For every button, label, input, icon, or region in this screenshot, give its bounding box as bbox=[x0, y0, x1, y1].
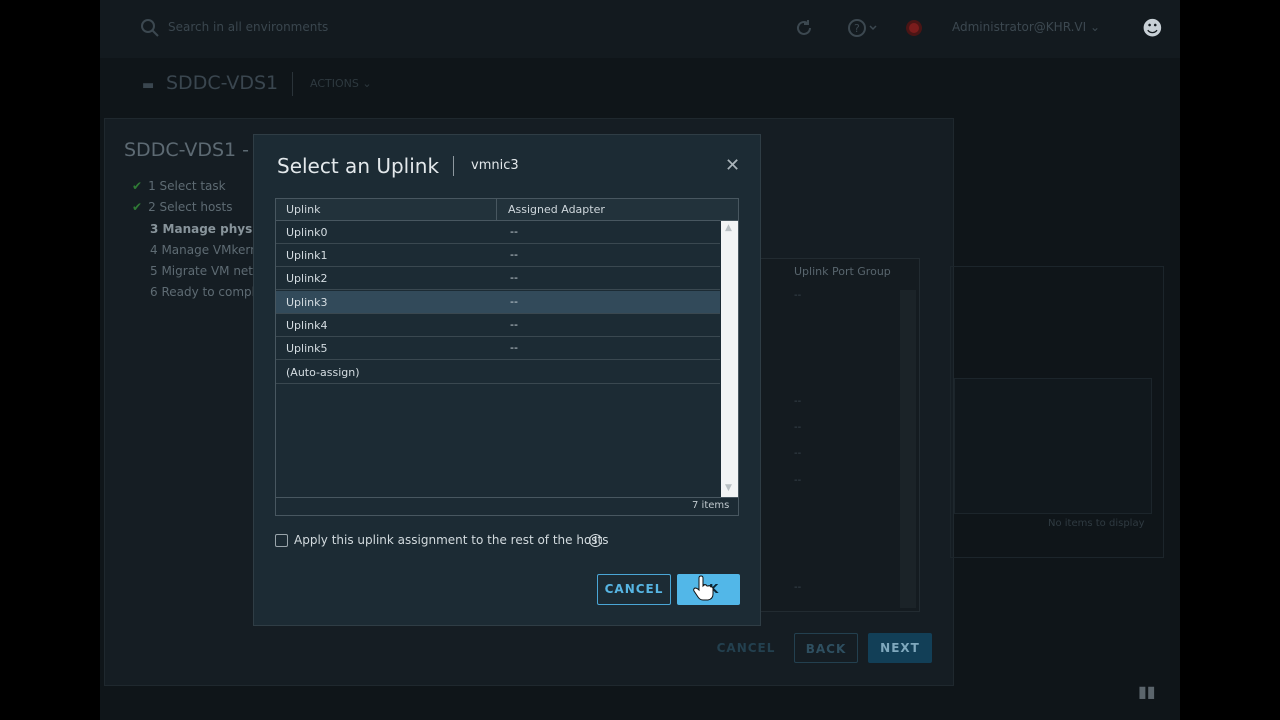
step-label: 4 Manage VMkerne bbox=[150, 243, 266, 257]
user-menu[interactable]: Administrator@KHR.VI ⌄ bbox=[952, 20, 1100, 34]
cancel-button[interactable]: CANCEL bbox=[597, 574, 671, 605]
feedback-smiley-icon[interactable]: ☻ bbox=[1142, 16, 1163, 40]
table-row[interactable]: Uplink2 -- bbox=[276, 267, 720, 290]
wizard-step-1[interactable]: ✔ 1 Select task bbox=[132, 179, 226, 193]
table-row[interactable]: Uplink0 -- bbox=[276, 221, 720, 244]
table-row[interactable]: Uplink4 -- bbox=[276, 314, 720, 337]
svg-text:?: ? bbox=[854, 22, 860, 35]
table-row-selected[interactable]: Uplink3 -- bbox=[276, 291, 720, 314]
wizard-step-2[interactable]: ✔ 2 Select hosts bbox=[132, 200, 233, 214]
column-divider[interactable] bbox=[496, 199, 497, 220]
modal-subtitle: vmnic3 bbox=[471, 158, 519, 173]
grid-header bbox=[276, 199, 738, 221]
adapters-table bbox=[760, 258, 920, 612]
wizard-step-5[interactable]: 5 Migrate VM netw bbox=[150, 264, 263, 278]
hand-cursor-icon bbox=[693, 575, 715, 605]
uplink-name: (Auto-assign) bbox=[286, 366, 360, 379]
divider bbox=[292, 72, 293, 96]
step-label: 6 Ready to comple bbox=[150, 285, 263, 299]
object-title: SDDC-VDS1 bbox=[166, 72, 279, 94]
uplink-name: Uplink4 bbox=[286, 319, 328, 332]
actions-label: ACTIONS bbox=[310, 77, 359, 90]
wizard-step-6[interactable]: 6 Ready to comple bbox=[150, 285, 262, 299]
apply-to-all-hosts-label[interactable]: Apply this uplink assignment to the rest… bbox=[294, 533, 609, 547]
uplink-name: Uplink0 bbox=[286, 226, 328, 239]
step-label: 1 Select task bbox=[148, 179, 226, 193]
pause-icon[interactable]: ▮▮ bbox=[1138, 682, 1156, 701]
no-items-text: No items to display bbox=[1048, 518, 1145, 529]
help-icon[interactable]: ? bbox=[848, 18, 878, 43]
assigned-adapter: -- bbox=[510, 225, 518, 238]
wizard-cancel-button[interactable]: CANCEL bbox=[716, 633, 776, 663]
uplink-name: Uplink2 bbox=[286, 272, 328, 285]
check-icon: ✔ bbox=[132, 179, 143, 193]
assigned-adapter: -- bbox=[510, 248, 518, 261]
info-icon[interactable]: i bbox=[589, 534, 602, 547]
scroll-down-icon[interactable]: ▼ bbox=[725, 483, 732, 493]
table-cell: -- bbox=[794, 475, 802, 486]
wizard-step-4[interactable]: 4 Manage VMkerne bbox=[150, 243, 265, 257]
wizard-title: SDDC-VDS1 - A bbox=[124, 139, 269, 161]
uplink-name: Uplink3 bbox=[286, 296, 328, 309]
table-scrollbar[interactable] bbox=[900, 290, 916, 608]
table-cell: -- bbox=[794, 422, 802, 433]
actions-menu[interactable]: ACTIONS ⌄ bbox=[310, 77, 372, 90]
user-name: Administrator@KHR.VI bbox=[952, 20, 1087, 34]
assigned-adapter: -- bbox=[510, 295, 518, 308]
step-label: 5 Migrate VM netw bbox=[150, 264, 263, 278]
wizard-back-button[interactable]: BACK bbox=[794, 633, 858, 663]
wizard-next-button[interactable]: NEXT bbox=[868, 633, 932, 663]
table-cell: -- bbox=[794, 290, 802, 301]
table-cell: -- bbox=[794, 448, 802, 459]
check-icon: ✔ bbox=[132, 200, 143, 214]
refresh-icon[interactable] bbox=[794, 18, 814, 43]
uplink-name: Uplink1 bbox=[286, 249, 328, 262]
alert-icon[interactable] bbox=[904, 18, 924, 43]
step-label: 2 Select hosts bbox=[148, 200, 233, 214]
close-icon[interactable]: ✕ bbox=[725, 155, 740, 176]
item-count: 7 items bbox=[692, 500, 730, 511]
grid-scrollbar[interactable] bbox=[721, 221, 738, 497]
table-row[interactable]: Uplink5 -- bbox=[276, 337, 720, 360]
assigned-adapter: -- bbox=[510, 271, 518, 284]
grid-footer bbox=[276, 497, 738, 516]
search-icon[interactable] bbox=[140, 18, 160, 43]
column-header-assigned-adapter[interactable]: Assigned Adapter bbox=[508, 203, 605, 216]
modal-title: Select an Uplink bbox=[277, 154, 440, 178]
column-header-uplink-port-group: Uplink Port Group bbox=[794, 265, 891, 278]
title-divider bbox=[453, 156, 454, 176]
details-grid bbox=[954, 378, 1152, 514]
scroll-up-icon[interactable]: ▲ bbox=[725, 223, 732, 233]
vds-icon: ▬ bbox=[142, 78, 155, 93]
table-cell: -- bbox=[794, 582, 802, 593]
table-row[interactable]: Uplink1 -- bbox=[276, 244, 720, 267]
table-cell: -- bbox=[794, 396, 802, 407]
apply-to-all-hosts-checkbox[interactable] bbox=[275, 534, 288, 547]
assigned-adapter: -- bbox=[510, 318, 518, 331]
assigned-adapter: -- bbox=[510, 341, 518, 354]
uplink-name: Uplink5 bbox=[286, 342, 328, 355]
column-header-uplink[interactable]: Uplink bbox=[286, 203, 321, 216]
search-input[interactable]: Search in all environments bbox=[168, 20, 328, 34]
table-row[interactable]: (Auto-assign) bbox=[276, 361, 720, 384]
